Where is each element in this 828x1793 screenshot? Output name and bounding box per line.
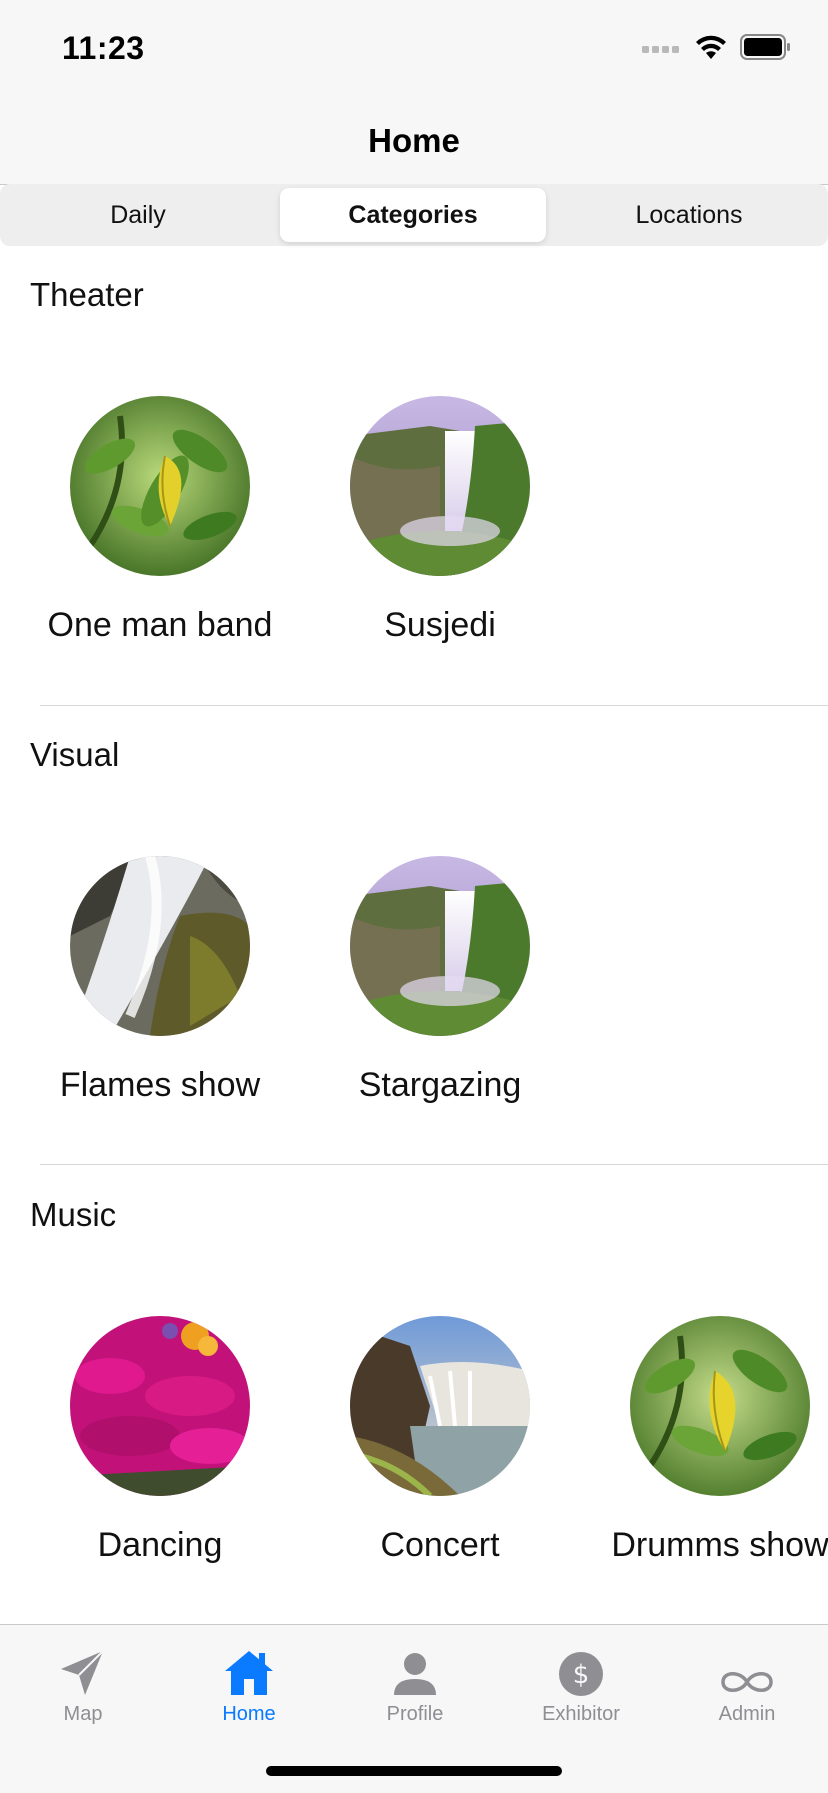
section-title: Visual xyxy=(30,736,120,773)
wifi-icon xyxy=(696,35,726,59)
category-item[interactable]: Drumms show xyxy=(590,1316,828,1565)
section-divider xyxy=(40,705,828,706)
item-thumbnail xyxy=(70,396,250,576)
category-item[interactable]: Stargazing xyxy=(310,856,570,1105)
item-thumbnail xyxy=(70,1316,250,1496)
item-thumbnail xyxy=(350,1316,530,1496)
item-thumbnail xyxy=(350,396,530,576)
dollar-circle-icon: $ xyxy=(498,1645,664,1697)
battery-icon xyxy=(740,34,790,60)
item-thumbnail xyxy=(70,856,250,1036)
section-divider xyxy=(40,1164,828,1165)
category-item[interactable]: Flames show xyxy=(30,856,290,1105)
item-label: Concert xyxy=(380,1526,500,1564)
section-title: Theater xyxy=(30,276,144,313)
navigation-bar: Home xyxy=(0,100,828,185)
tab-label: Map xyxy=(63,1703,103,1725)
tab-profile[interactable]: Profile xyxy=(332,1645,498,1726)
tab-label: Home xyxy=(222,1703,276,1725)
infinity-icon xyxy=(664,1645,828,1697)
signal-icon xyxy=(642,46,679,53)
status-icons xyxy=(642,34,792,60)
page-title: Home xyxy=(368,122,460,159)
tab-admin[interactable]: Admin xyxy=(664,1645,828,1726)
segment-locations[interactable]: Locations xyxy=(554,188,824,242)
item-label: Dancing xyxy=(97,1526,223,1564)
status-bar: 11:23 xyxy=(0,0,828,100)
tab-exhibitor[interactable]: $ Exhibitor xyxy=(498,1645,664,1726)
item-label: One man band xyxy=(47,606,273,644)
segment-categories[interactable]: Categories xyxy=(280,188,546,242)
category-item[interactable]: Susjedi xyxy=(310,396,570,645)
item-label: Flames show xyxy=(59,1066,261,1104)
category-item[interactable]: One man band xyxy=(30,396,290,645)
segmented-control: Daily Categories Locations xyxy=(0,184,828,246)
item-label: Stargazing xyxy=(358,1066,522,1104)
category-item[interactable]: Dancing xyxy=(30,1316,290,1565)
paper-plane-icon xyxy=(0,1645,166,1697)
item-thumbnail xyxy=(350,856,530,1036)
house-icon xyxy=(166,1645,332,1697)
tab-label: Admin xyxy=(718,1703,776,1725)
segment-daily[interactable]: Daily xyxy=(4,188,272,242)
item-label: Susjedi xyxy=(384,606,496,644)
status-time: 11:23 xyxy=(62,30,145,66)
tab-label: Exhibitor xyxy=(542,1703,620,1725)
tab-map[interactable]: Map xyxy=(0,1645,166,1726)
item-label: Drumms show xyxy=(611,1526,828,1564)
category-item[interactable]: Concert xyxy=(310,1316,570,1565)
section-title: Music xyxy=(30,1196,117,1233)
tab-label: Profile xyxy=(386,1703,444,1725)
home-indicator xyxy=(266,1766,562,1776)
person-icon xyxy=(332,1645,498,1697)
tab-home[interactable]: Home xyxy=(166,1645,332,1726)
item-thumbnail xyxy=(630,1316,810,1496)
svg-text:$: $ xyxy=(573,1660,590,1690)
